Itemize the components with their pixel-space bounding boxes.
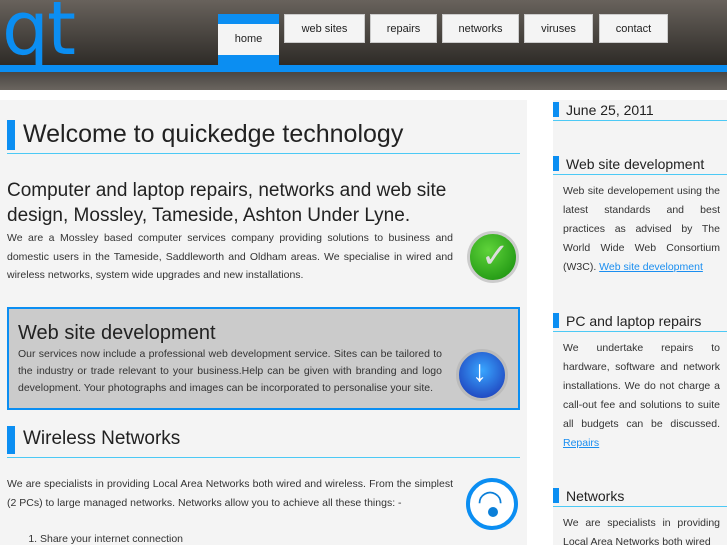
sidebar-text-webdev: Web site developement using the latest s… [563, 182, 720, 277]
features-list: Share your internet connection [40, 533, 183, 545]
web-site-development-link[interactable]: Web site development [599, 261, 703, 273]
box-text: Our services now include a professional … [18, 348, 442, 394]
logo[interactable]: qt [2, 0, 76, 72]
header-band [0, 72, 727, 90]
web-dev-box: Web site development Our services now in… [7, 307, 520, 410]
sidebar-title-repairs: PC and laptop repairs [553, 313, 727, 332]
sidebar-title-webdev: Web site development [553, 156, 727, 175]
list-item: Share your internet connection [40, 533, 183, 545]
nav-home[interactable]: home [218, 14, 279, 65]
nav-contact[interactable]: contact [599, 14, 668, 43]
sidebar: June 25, 2011 Web site development Web s… [553, 100, 727, 548]
wireless-title: Wireless Networks [7, 426, 520, 458]
sidebar-text: We undertake repairs to hardware, softwa… [563, 342, 720, 430]
date: June 25, 2011 [553, 102, 727, 121]
nav-networks[interactable]: networks [442, 14, 519, 43]
nav-home-label: home [218, 24, 279, 55]
repairs-link[interactable]: Repairs [563, 437, 599, 449]
sidebar-title-networks: Networks [553, 488, 727, 507]
box-title: Web site development [18, 322, 216, 344]
sidebar-text-networks: We are specialists in providing Local Ar… [563, 517, 720, 548]
page-title: Welcome to quickedge technology [7, 120, 520, 154]
intro-text: We are a Mossley based computer services… [7, 232, 453, 281]
subtitle: Computer and laptop repairs, networks an… [7, 180, 447, 226]
checkmark-icon: ✓ [467, 231, 519, 283]
nav-repairs[interactable]: repairs [370, 14, 437, 43]
nav-viruses[interactable]: viruses [524, 14, 593, 43]
sidebar-text-repairs: We undertake repairs to hardware, softwa… [563, 339, 720, 453]
wireless-text: We are specialists in providing Local Ar… [7, 478, 453, 509]
header-bar [0, 65, 727, 72]
download-icon: ↓ [456, 349, 508, 401]
sidebar-text: Web site developement using the latest s… [563, 185, 720, 273]
wifi-icon: ◠ [466, 478, 518, 530]
nav-web-sites[interactable]: web sites [284, 14, 365, 43]
